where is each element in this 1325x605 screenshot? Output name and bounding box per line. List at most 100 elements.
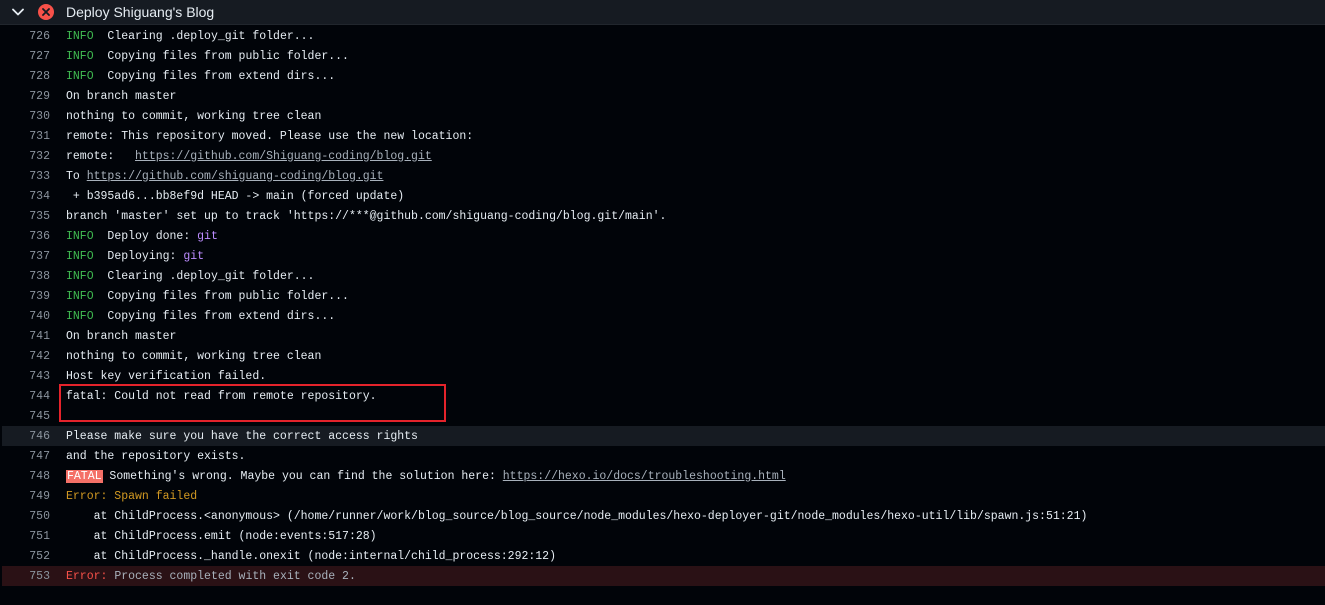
log-line[interactable]: 731 remote: This repository moved. Please… (2, 126, 1325, 146)
log-line[interactable]: 726 INFO Clearing .deploy_git folder... (2, 26, 1325, 46)
log-line[interactable]: 742 nothing to commit, working tree clean (2, 346, 1325, 366)
log-line[interactable]: 734 + b395ad6...bb8ef9d HEAD -> main (fo… (2, 186, 1325, 206)
log-line[interactable]: 748 FATAL Something's wrong. Maybe you ca… (2, 466, 1325, 486)
line-number[interactable]: 751 (2, 530, 50, 543)
log-line[interactable]: 728 INFO Copying files from extend dirs..… (2, 66, 1325, 86)
log-line[interactable]: 733 To https://github.com/shiguang-coding… (2, 166, 1325, 186)
log-text: remote: (66, 149, 136, 163)
log-line-content: nothing to commit, working tree clean (66, 350, 321, 363)
log-accent: git (197, 229, 218, 243)
log-line-content: INFO Deploy done: git (66, 230, 218, 243)
log-line[interactable]: 753 Error: Process completed with exit co… (2, 566, 1325, 586)
line-number[interactable]: 748 (2, 470, 50, 483)
line-number[interactable]: 736 (2, 230, 50, 243)
log-line[interactable]: 730 nothing to commit, working tree clean (2, 106, 1325, 126)
log-line[interactable]: 727 INFO Copying files from public folder… (2, 46, 1325, 66)
log-text: Please make sure you have the correct ac… (66, 429, 418, 443)
log-line[interactable]: 743 Host key verification failed. (2, 366, 1325, 386)
log-line[interactable]: 739 INFO Copying files from public folder… (2, 286, 1325, 306)
log-line-content: INFO Clearing .deploy_git folder... (66, 270, 314, 283)
line-number[interactable]: 739 (2, 290, 50, 303)
log-line-content: remote: https://github.com/Shiguang-codi… (66, 150, 432, 163)
log-line-content: INFO Copying files from extend dirs... (66, 310, 335, 323)
log-level-info: INFO (66, 69, 94, 83)
fatal-badge: FATAL (66, 469, 103, 483)
log-line-content: at ChildProcess.<anonymous> (/home/runne… (66, 509, 1088, 523)
log-line-content: and the repository exists. (66, 450, 245, 463)
log-line[interactable]: 749 Error: Spawn failed (2, 486, 1325, 506)
log-line[interactable]: 750 at ChildProcess.<anonymous> (/home/r… (2, 506, 1325, 526)
log-line[interactable]: 737 INFO Deploying: git (2, 246, 1325, 266)
chevron-down-icon[interactable] (11, 5, 25, 19)
failed-status-icon (38, 4, 54, 20)
line-number[interactable]: 745 (2, 410, 50, 423)
line-number[interactable]: 741 (2, 330, 50, 343)
log-text: On branch master (66, 89, 177, 103)
log-text: nothing to commit, working tree clean (66, 349, 322, 363)
step-header[interactable]: Deploy Shiguang's Blog (0, 0, 1325, 25)
line-number[interactable]: 726 (2, 30, 50, 43)
line-number[interactable]: 729 (2, 90, 50, 103)
log-line-content: Please make sure you have the correct ac… (66, 430, 418, 443)
log-line-content: FATAL Something's wrong. Maybe you can f… (66, 469, 786, 483)
line-number[interactable]: 730 (2, 110, 50, 123)
line-number[interactable]: 740 (2, 310, 50, 323)
log-line-content: INFO Copying files from extend dirs... (66, 70, 335, 83)
log-level-info: INFO (66, 29, 94, 43)
log-accent: git (183, 249, 205, 263)
log-link[interactable]: https://github.com/Shiguang-coding/blog.… (135, 150, 432, 163)
log-line[interactable]: 746 Please make sure you have the correct… (2, 426, 1325, 446)
log-line-content: To https://github.com/shiguang-coding/bl… (66, 170, 383, 183)
line-number[interactable]: 749 (2, 490, 50, 503)
log-line-content: INFO Clearing .deploy_git folder... (66, 30, 314, 43)
log-line[interactable]: 752 at ChildProcess._handle.onexit (node… (2, 546, 1325, 566)
log-line-content: at ChildProcess.emit (node:events:517:28… (66, 530, 377, 543)
line-number[interactable]: 746 (2, 430, 50, 443)
log-text: Copying files from public folder... (107, 289, 349, 303)
log-line-content: Error: Spawn failed (66, 490, 197, 503)
line-number[interactable]: 742 (2, 350, 50, 363)
log-line[interactable]: 738 INFO Clearing .deploy_git folder... (2, 266, 1325, 286)
line-number[interactable]: 732 (2, 150, 50, 163)
log-line[interactable]: 740 INFO Copying files from extend dirs..… (2, 306, 1325, 326)
log-text: at ChildProcess.<anonymous> (/home/runne… (66, 509, 1088, 523)
line-number[interactable]: 734 (2, 190, 50, 203)
line-number[interactable]: 752 (2, 550, 50, 563)
line-number[interactable]: 735 (2, 210, 50, 223)
line-number[interactable]: 733 (2, 170, 50, 183)
log-level-info: INFO (66, 229, 94, 243)
log-link[interactable]: https://github.com/shiguang-coding/blog.… (87, 170, 384, 183)
log-text: Host key verification failed. (66, 369, 267, 383)
log-line[interactable]: 747 and the repository exists. (2, 446, 1325, 466)
line-number[interactable]: 738 (2, 270, 50, 283)
log-text: Copying files from extend dirs... (107, 309, 336, 323)
log-text: Process completed with exit code 2. (107, 569, 356, 583)
log-text: Deploy done: (107, 229, 198, 243)
log-text: at ChildProcess.emit (node:events:517:28… (66, 529, 377, 543)
log-text: and the repository exists. (66, 449, 246, 463)
line-number[interactable]: 728 (2, 70, 50, 83)
line-number[interactable]: 750 (2, 510, 50, 523)
log-line[interactable]: 741 On branch master (2, 326, 1325, 346)
log-line-content: Error: Process completed with exit code … (66, 570, 356, 583)
line-number[interactable]: 744 (2, 390, 50, 403)
line-number[interactable]: 753 (2, 570, 50, 583)
log-line[interactable]: 729 On branch master (2, 86, 1325, 106)
log-text: Something's wrong. Maybe you can find th… (102, 469, 503, 483)
log-level-info: INFO (66, 249, 94, 263)
log-line[interactable]: 732 remote: https://github.com/Shiguang-c… (2, 146, 1325, 166)
line-number[interactable]: 737 (2, 250, 50, 263)
line-number[interactable]: 747 (2, 450, 50, 463)
log-line[interactable]: 735 branch 'master' set up to track 'http… (2, 206, 1325, 226)
line-number[interactable]: 743 (2, 370, 50, 383)
log-link[interactable]: https://hexo.io/docs/troubleshooting.htm… (503, 470, 786, 483)
log-text: To (66, 169, 87, 183)
log-line-content: On branch master (66, 330, 176, 343)
log-line-content: nothing to commit, working tree clean (66, 110, 321, 123)
log-line[interactable]: 751 at ChildProcess.emit (node:events:51… (2, 526, 1325, 546)
log-line-content: branch 'master' set up to track 'https:/… (66, 210, 666, 223)
line-number[interactable]: 727 (2, 50, 50, 63)
line-number[interactable]: 731 (2, 130, 50, 143)
log-level-info: INFO (66, 269, 94, 283)
log-line[interactable]: 736 INFO Deploy done: git (2, 226, 1325, 246)
